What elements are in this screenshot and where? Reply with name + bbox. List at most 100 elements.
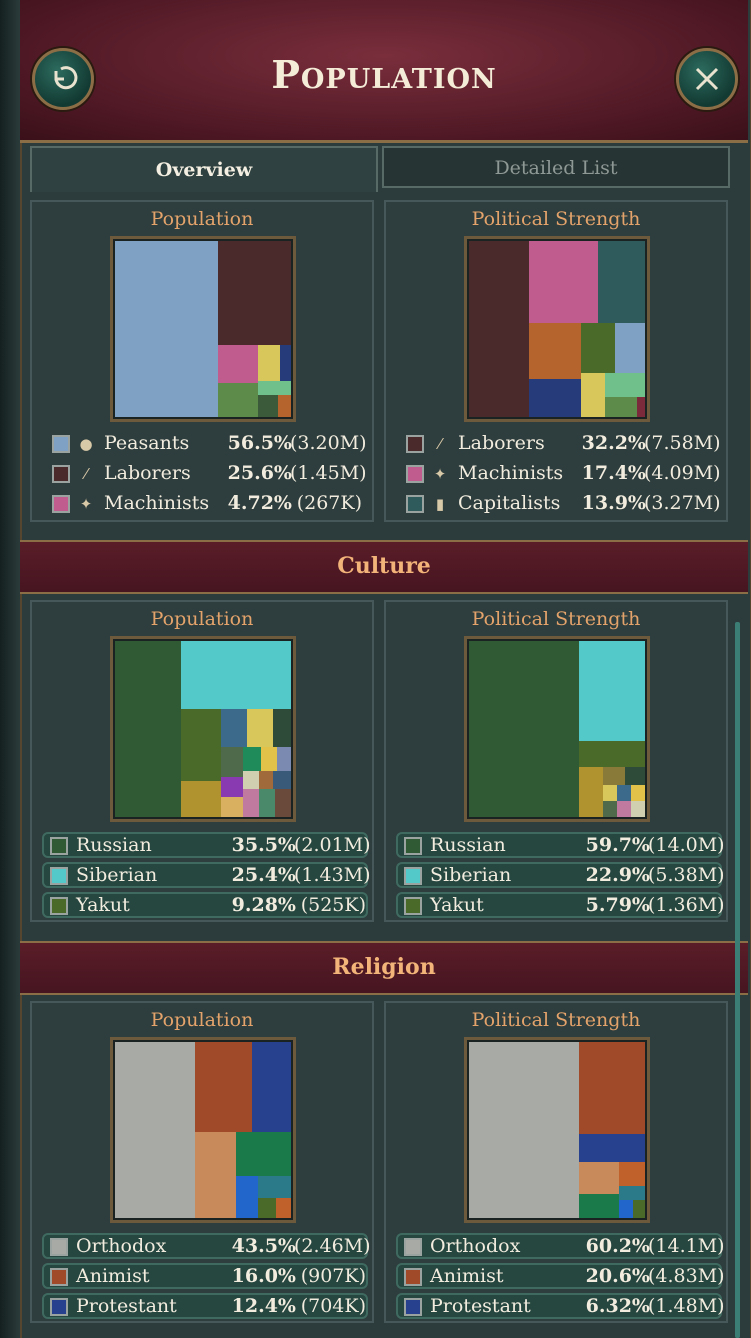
legend-amount: (4.09M) [644,462,721,484]
legend-amount: (3.20M) [290,432,367,454]
treemap-cell [631,801,645,817]
legend-row[interactable]: Animist 20.6% (4.83M) [396,1263,725,1289]
culture-population-box: Population Russian 35.5% (2.01M) Siberia… [30,600,374,922]
treemap-cell [273,709,291,747]
box-title: Political Strength [471,1009,641,1031]
page-title: Population [271,52,497,97]
treemap-cell [243,771,259,789]
religion-political-treemap[interactable] [464,1037,650,1223]
legend-label: Yakut [430,894,484,916]
treemap-cell [115,241,218,417]
legend-row[interactable]: ✦ Machinists 4.72% (267K) [46,492,362,518]
legend-label: Animist [76,1265,150,1287]
treemap-cell [218,241,291,345]
treemap-cell [619,1200,633,1218]
treemap-cell [258,395,278,417]
legend-row[interactable]: ⁄ Laborers 25.6% (1.45M) [46,462,367,488]
legend-row[interactable]: Yakut 9.28% (525K) [42,892,368,918]
legend-amount: (1.36M) [648,894,725,916]
sack-icon: ● [79,435,93,453]
legend-row[interactable]: Orthodox 43.5% (2.46M) [42,1233,371,1259]
legend-label: Laborers [458,432,545,454]
culture-political-treemap[interactable] [464,636,650,822]
treemap-cell [181,781,221,817]
legend-row[interactable]: ✦ Machinists 17.4% (4.09M) [400,462,721,488]
tab-detailed-list[interactable]: Detailed List [382,146,730,188]
legend-row[interactable]: Russian 59.7% (14.0M) [396,832,725,858]
treemap-cell [181,641,291,709]
treemap-cell [529,323,581,379]
population-treemap[interactable] [110,236,296,422]
section-title: Culture [337,553,431,579]
treemap-cell [276,1198,291,1218]
color-swatch [404,837,422,855]
close-button[interactable] [676,48,738,110]
religion-population-box: Population Orthodox 43.5% (2.46M) Animis… [30,1001,374,1323]
back-button[interactable] [32,48,94,110]
treemap-cell [617,785,631,801]
legend-row[interactable]: ⁄ Laborers 32.2% (7.58M) [400,432,721,458]
political-treemap[interactable] [464,236,650,422]
scrollbar[interactable] [735,622,740,1338]
color-swatch [406,495,424,513]
treemap-cell [581,373,605,417]
culture-population-treemap[interactable] [110,636,296,822]
legend-percent: 4.72% [227,492,292,514]
treemap-cell [581,323,615,373]
box-title: Political Strength [471,608,641,630]
religion-population-treemap[interactable] [110,1037,296,1223]
color-swatch [50,867,68,885]
legend-label: Orthodox [430,1235,521,1257]
treemap-cell [619,1186,645,1200]
treemap-cell [218,383,258,417]
legend-row[interactable]: Russian 35.5% (2.01M) [42,832,371,858]
color-swatch [404,897,422,915]
treemap-cell [637,397,645,417]
legend-amount: (1.45M) [290,462,367,484]
legend-amount: (14.0M) [648,834,725,856]
legend-percent: 13.9% [581,492,646,514]
legend-row[interactable]: Siberian 25.4% (1.43M) [42,862,371,888]
legend-label: Machinists [104,492,210,514]
legend-row[interactable]: Siberian 22.9% (5.38M) [396,862,725,888]
treemap-cell [258,1176,291,1198]
legend-row[interactable]: Orthodox 60.2% (14.1M) [396,1233,725,1259]
box-title: Population [150,208,254,230]
legend-percent: 43.5% [231,1235,296,1257]
treemap-cell [603,767,625,785]
treemap-cell [252,1042,291,1132]
box-title: Population [150,608,254,630]
treemap-cell [469,641,579,817]
treemap-cell [529,241,598,323]
panel-header: Population [20,0,748,143]
tab-overview[interactable]: Overview [30,146,378,192]
legend-amount: (5.38M) [648,864,725,886]
color-swatch [50,1268,68,1286]
legend-amount: (3.27M) [644,492,721,514]
legend-label: Russian [76,834,152,856]
legend-row[interactable]: Protestant 6.32% (1.48M) [396,1293,725,1319]
color-swatch [404,1238,422,1256]
close-icon [695,67,719,91]
legend-row[interactable]: ● Peasants 56.5% (3.20M) [46,432,367,458]
legend-row[interactable]: Protestant 12.4% (704K) [42,1293,368,1319]
legend-label: Animist [430,1265,504,1287]
legend-percent: 9.28% [231,894,296,916]
treemap-cell [115,1042,195,1218]
treemap-cell [236,1132,291,1176]
legend-row[interactable]: ▮ Capitalists 13.9% (3.27M) [400,492,721,518]
treemap-cell [579,767,603,817]
legend-amount: (2.46M) [294,1235,371,1257]
top-hat-icon: ▮ [435,495,445,513]
religion-section-header: Religion [20,941,748,995]
treemap-cell [195,1042,252,1132]
treemap-cell [605,397,637,417]
legend-row[interactable]: Animist 16.0% (907K) [42,1263,368,1289]
legend-row[interactable]: Yakut 5.79% (1.36M) [396,892,725,918]
treemap-cell [579,741,645,767]
treemap-cell [221,777,243,797]
shovel-icon: ⁄ [438,435,442,453]
treemap-cell [236,1176,258,1218]
color-swatch [404,1298,422,1316]
treemap-cell [605,373,645,397]
